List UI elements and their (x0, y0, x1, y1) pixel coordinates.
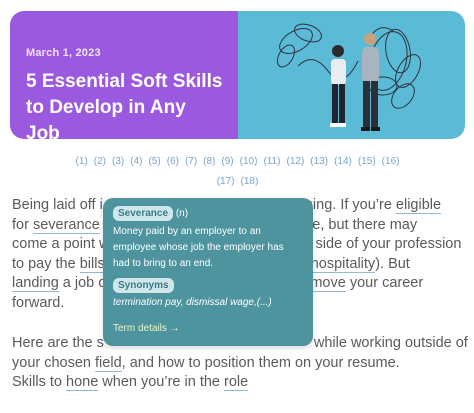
post-title: 5 Essential Soft Skills to Develop in An… (26, 71, 223, 139)
term-badge: Severance (113, 206, 174, 221)
text: to pay the (12, 255, 80, 272)
text: , and how to position them on your resum… (121, 354, 400, 371)
page-link[interactable]: (15) (358, 152, 376, 172)
text: Skills to (12, 374, 66, 390)
hero-illustration (276, 23, 421, 131)
page-link[interactable]: (14) (334, 152, 352, 172)
text: when you’re in the (98, 374, 225, 390)
text: your chosen (12, 354, 96, 371)
page-link[interactable]: (3) (112, 152, 124, 172)
synonyms-badge: Synonyms (113, 278, 174, 293)
page-link[interactable]: (16) (382, 152, 400, 172)
glossary-link-severance[interactable]: severance (32, 216, 100, 234)
hero-text-panel: March 1, 2023 5 Essential Soft Skills to… (10, 11, 238, 139)
page-link[interactable]: (8) (203, 152, 215, 172)
glossary-tooltip: Severance (n) Money paid by an employer … (103, 198, 313, 346)
glossary-link-landing[interactable]: landing (12, 275, 59, 292)
post-date: March 1, 2023 (26, 47, 101, 59)
term-details-link[interactable]: Term details → (113, 321, 303, 337)
page-link[interactable]: (9) (221, 152, 233, 172)
hero-banner: March 1, 2023 5 Essential Soft Skills to… (10, 11, 465, 139)
text: a job o (58, 275, 107, 291)
text: side of your profession (315, 236, 462, 252)
text: ile, but there may (305, 216, 418, 233)
page-link[interactable]: (1) (76, 152, 88, 172)
text: ). But (375, 255, 410, 272)
page-link[interactable]: (13) (310, 152, 328, 172)
text: Being laid off i (12, 197, 103, 213)
page-link[interactable]: (5) (148, 152, 160, 172)
glossary-link-eligible[interactable]: eligible (395, 197, 442, 214)
glossary-link-hospitality[interactable]: hospitality (310, 255, 376, 273)
text: for (12, 216, 33, 233)
article-line: Skills to hone when you’re in the role (12, 373, 464, 393)
glossary-link-role[interactable]: role (224, 374, 249, 391)
page-link[interactable]: (17) (217, 172, 235, 192)
hero-image (238, 11, 465, 139)
glossary-link-hone[interactable]: hone (66, 374, 99, 391)
text: your career (345, 275, 424, 291)
glossary-link-move[interactable]: move (310, 275, 346, 292)
text: while working outside of (313, 335, 468, 351)
text: ming. If you’re (300, 197, 396, 213)
text: Here are the s (12, 335, 104, 351)
page-link[interactable]: (11) (263, 152, 280, 172)
text: come a point w (12, 236, 110, 252)
page-link[interactable]: (6) (167, 152, 179, 172)
glossary-link-bills[interactable]: bills (79, 255, 105, 273)
page-link[interactable]: (7) (185, 152, 197, 172)
page-link[interactable]: (2) (94, 152, 106, 172)
part-of-speech: (n) (175, 208, 189, 219)
synonyms-list: termination pay, dismissal wage,(...) (113, 297, 272, 308)
tooltip-header: Severance (n) (113, 206, 303, 222)
page-link[interactable]: (10) (240, 152, 258, 172)
page-link[interactable]: (12) (286, 152, 304, 172)
page-link[interactable]: (4) (130, 152, 142, 172)
article-line: your chosen field, and how to position t… (12, 354, 464, 374)
glossary-link-field[interactable]: field (95, 354, 122, 372)
section-pagination: (1) (2) (3) (4) (5) (6) (7) (8) (9) (10) (11) (12) (… (10, 152, 465, 192)
term-definition: Money paid by an employer to an employee… (113, 226, 284, 269)
page-link[interactable]: (18) (241, 172, 259, 192)
